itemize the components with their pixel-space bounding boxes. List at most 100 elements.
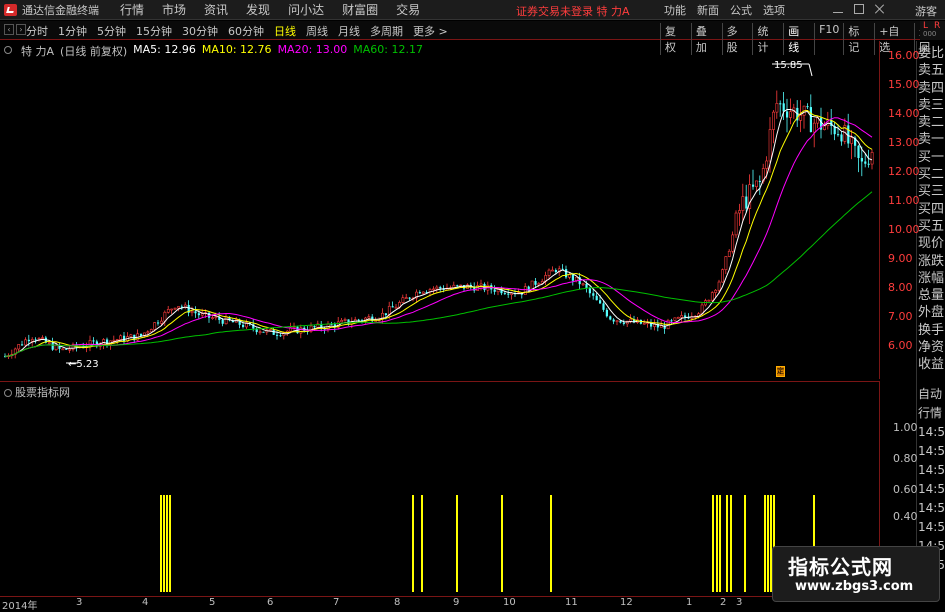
indicator-legend: 股票指标网 — [4, 384, 70, 400]
menu-zixun[interactable]: 资讯 — [204, 1, 228, 18]
tick-time: 14:50 — [918, 425, 945, 439]
sidebar-item: 现价 — [918, 236, 945, 252]
sidebar-item: 买二 — [918, 167, 945, 183]
tab-weekly[interactable]: 周线 — [306, 23, 328, 39]
sidebar-item: 涨幅 — [918, 270, 945, 286]
app-logo-icon — [4, 3, 18, 17]
tab-multi-period[interactable]: 多周期 — [370, 23, 403, 39]
minimize-icon[interactable] — [832, 3, 844, 15]
date-tick: 10 — [503, 597, 516, 608]
sidebar-item: 卖四 — [918, 80, 945, 96]
indicator-panel[interactable] — [0, 381, 880, 596]
indicator-tick: 0.60 — [893, 483, 918, 496]
sidebar-item: 外盘 — [918, 305, 945, 321]
price-tick: 12.00 — [888, 165, 920, 178]
menu-shichang[interactable]: 市场 — [162, 1, 186, 18]
indicator-tick: 1.00 — [893, 421, 918, 434]
watermark-title: 指标公式网 — [788, 555, 893, 579]
price-tick: 10.00 — [888, 223, 920, 236]
sidebar-item: 净资 — [918, 340, 945, 356]
sidebar-item: 买四 — [918, 201, 945, 217]
tab-more[interactable]: 更多 > — [413, 23, 448, 39]
ma20-value: MA20: 13.00 — [277, 43, 348, 56]
tab-daily[interactable]: 日线 — [274, 23, 296, 39]
tab-60min[interactable]: 60分钟 — [228, 23, 264, 39]
price-tick: 7.00 — [888, 310, 913, 323]
price-tick: 11.00 — [888, 194, 920, 207]
menu-xuanxiang[interactable]: 选项 — [763, 2, 785, 18]
menu-gongneng[interactable]: 功能 — [664, 2, 686, 18]
sidebar-item: 总量 — [918, 288, 945, 304]
app-title: 通达信金融终端 — [22, 3, 99, 17]
price-tick: 6.00 — [888, 339, 913, 352]
tick-time: 14:50 — [918, 444, 945, 458]
sidebar-item: 卖三 — [918, 97, 945, 113]
menu-hangqing[interactable]: 行情 — [120, 1, 144, 18]
tab-30min[interactable]: 30分钟 — [182, 23, 218, 39]
menu-xinmian[interactable]: 新面 — [697, 2, 719, 18]
date-tick: 8 — [394, 597, 401, 608]
sidebar-item: 收益 — [918, 357, 945, 373]
ma-legend: 特 力A (日线 前复权) MA5: 12.96 MA10: 12.76 MA2… — [4, 43, 429, 59]
legend-toggle-icon — [4, 46, 12, 54]
chart-mode: (日线 前复权) — [60, 45, 128, 58]
date-tick: 1 — [686, 597, 693, 608]
menu-gongshi[interactable]: 公式 — [730, 2, 752, 18]
price-tick: 9.00 — [888, 252, 913, 265]
price-tick: 8.00 — [888, 281, 913, 294]
menu-faxian[interactable]: 发现 — [246, 1, 270, 18]
stock-name: 特 力A — [21, 45, 55, 58]
menu-caifuquan[interactable]: 财富圈 — [342, 1, 378, 18]
sidebar-item: 卖五 — [918, 63, 945, 79]
guest-user[interactable]: 游客 — [915, 3, 937, 19]
indicator-name: 股票指标网 — [15, 386, 70, 399]
price-tick: 13.00 — [888, 136, 920, 149]
date-tick: 7 — [333, 597, 340, 608]
price-tick: 15.00 — [888, 78, 920, 91]
sidebar-item: 买三 — [918, 184, 945, 200]
ma-legend-toggle[interactable] — [4, 43, 15, 59]
indicator-toggle-icon[interactable] — [4, 389, 12, 397]
tab-monthly[interactable]: 月线 — [338, 23, 360, 39]
quote-sidebar: 委比 卖五 卖四 卖三 卖二 卖一 买一 买二 买三 买四 买五 现价 涨跌 涨… — [918, 45, 945, 374]
date-tick: 6 — [267, 597, 274, 608]
sidebar-item: 换手 — [918, 322, 945, 338]
next-arrow-icon[interactable]: › — [16, 24, 26, 35]
title-bar: 通达信金融终端 行情 市场 资讯 发现 问小达 财富圈 交易 证券交易未登录 特… — [0, 0, 945, 20]
date-axis: 2014年 3 4 5 6 7 8 9 10 11 12 1 2 3 — [0, 596, 880, 612]
tab-1min[interactable]: 1分钟 — [58, 23, 87, 39]
ma10-value: MA10: 12.76 — [201, 43, 272, 56]
tick-time: 14:50 — [918, 501, 945, 515]
sidebar-item: 涨跌 — [918, 253, 945, 269]
right-menu: 功能 新面 公式 选项 — [664, 2, 796, 18]
tick-sidebar-item[interactable]: 自动 — [918, 385, 945, 404]
tab-5min[interactable]: 5分钟 — [97, 23, 126, 39]
nav-arrows: ‹ › — [4, 24, 28, 35]
tab-15min[interactable]: 15分钟 — [136, 23, 172, 39]
prev-arrow-icon[interactable]: ‹ — [4, 24, 14, 35]
price-tick: 16.00 — [888, 49, 920, 62]
menu-wenxiaoda[interactable]: 问小达 — [288, 1, 324, 18]
date-tick: 3 — [736, 597, 743, 608]
sidebar-item: 卖二 — [918, 115, 945, 131]
maximize-icon[interactable] — [853, 3, 865, 15]
tick-time: 14:50 — [918, 463, 945, 477]
date-tick: 9 — [453, 597, 460, 608]
menu-jiaoyi[interactable]: 交易 — [396, 1, 420, 18]
indicator-tick: 0.40 — [893, 510, 918, 523]
event-mark[interactable]: 定 — [776, 366, 785, 377]
watermark-url: www.zbgs3.com — [795, 579, 914, 594]
site-watermark: 指标公式网 www.zbgs3.com — [772, 546, 940, 602]
window-controls — [832, 3, 895, 15]
close-icon[interactable] — [874, 3, 886, 15]
scale-box[interactable]: L R 000 — [920, 21, 945, 40]
date-tick: 2 — [720, 597, 727, 608]
tick-time: 14:50 — [918, 482, 945, 496]
login-notice[interactable]: 证券交易未登录 特 力A — [516, 3, 630, 19]
date-tick: 4 — [142, 597, 149, 608]
tab-fenshi[interactable]: 分时 — [26, 23, 48, 39]
sidebar-item: 卖一 — [918, 132, 945, 148]
chart-toolbar: ‹ › 分时 1分钟 5分钟 15分钟 30分钟 60分钟 日线 周线 月线 多… — [0, 21, 945, 55]
kline-panel[interactable] — [0, 41, 880, 379]
ma5-value: MA5: 12.96 — [133, 43, 196, 56]
